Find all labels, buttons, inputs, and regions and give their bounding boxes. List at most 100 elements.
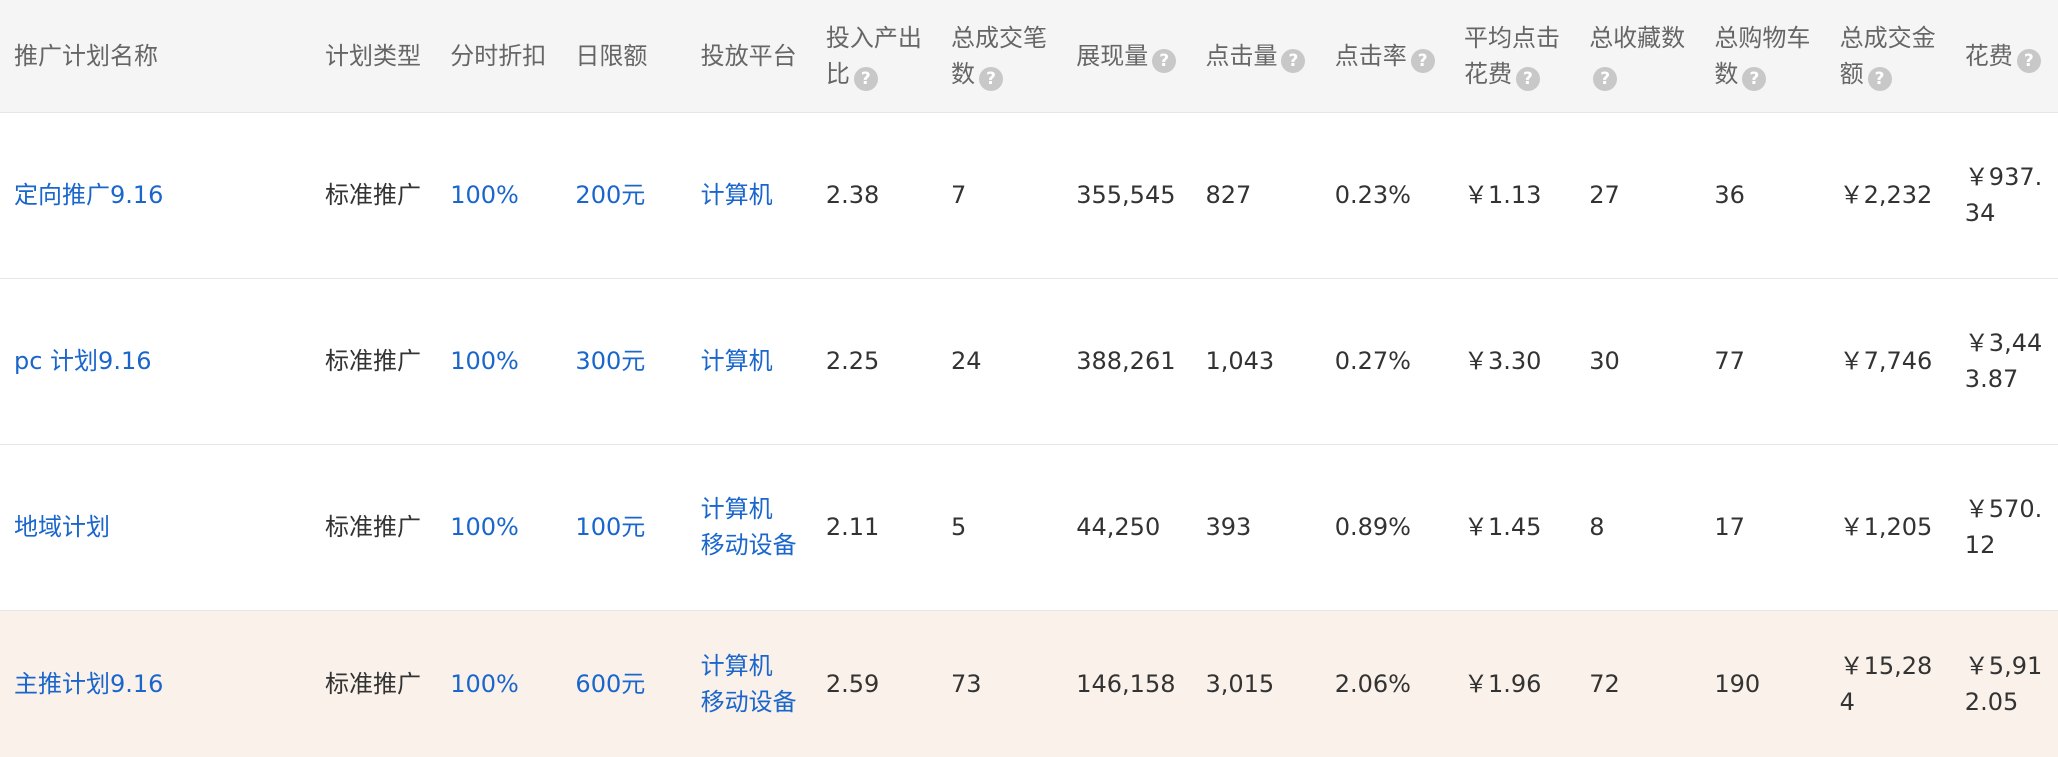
cost-cell: ￥937.34 <box>1964 163 2043 227</box>
clicks-cell: 393 <box>1191 444 1320 610</box>
discount-column-header[interactable]: 分时折扣 <box>436 0 561 112</box>
cost-cell: ￥5,912.05 <box>1964 651 2043 716</box>
platform-link[interactable]: 移动设备 <box>701 527 804 563</box>
cpc-cell: ￥1.96 <box>1450 610 1575 757</box>
gmv-cell: ￥2,232 <box>1839 181 1933 209</box>
cost-cell: ￥5,912.05 <box>1951 610 2058 757</box>
carts-cell: 17 <box>1714 513 1745 541</box>
roi-column-header[interactable]: 投入产出比? <box>812 0 937 112</box>
impressions-cell: 44,250 <box>1076 513 1161 541</box>
question-circle-icon[interactable]: ? <box>1515 66 1540 91</box>
cpc-column-header[interactable]: 平均点击花费? <box>1450 0 1575 112</box>
platform-link[interactable]: 计算机 <box>701 343 804 379</box>
clicks-cell: 827 <box>1191 112 1320 278</box>
impressions-column-header[interactable]: 展现量? <box>1062 0 1191 112</box>
orders-cell: 5 <box>937 444 1062 610</box>
time-discount-link[interactable]: 100% <box>450 347 519 375</box>
cpc-cell: ￥1.96 <box>1463 669 1542 698</box>
impressions-cell: 388,261 <box>1062 278 1191 444</box>
cost-column-header[interactable]: 花费? <box>1951 0 2058 112</box>
cpc-cell: ￥3.30 <box>1450 278 1575 444</box>
impressions-cell: 146,158 <box>1076 669 1176 698</box>
daily-limit-link[interactable]: 200元 <box>575 181 645 209</box>
question-circle-icon[interactable]: ? <box>979 66 1004 91</box>
table-row: pc 计划9.16 标准推广 100% 300元 计算机 2.25 24 388,261 1,0… <box>0 278 2058 444</box>
gmv-cell: ￥1,205 <box>1839 513 1933 541</box>
ctr-cell: 0.23% <box>1321 112 1450 278</box>
table-row: 主推计划9.16 标准推广 100% 600元 计算机 移动设备 2.59 73 146,158… <box>0 610 2058 757</box>
favorites-cell: 27 <box>1575 112 1700 278</box>
platform-cell: 计算机 <box>687 278 812 444</box>
favorites-column-header[interactable]: 总收藏数? <box>1575 0 1700 112</box>
question-circle-icon[interactable]: ? <box>853 66 878 91</box>
gmv-cell: ￥2,232 <box>1826 112 1951 278</box>
platform-cell: 计算机 <box>687 112 812 278</box>
campaign-name-link[interactable]: 定向推广9.16 <box>14 181 163 209</box>
orders-column-header[interactable]: 总成交笔数? <box>937 0 1062 112</box>
time-discount-link[interactable]: 100% <box>450 670 519 698</box>
campaign-name-link[interactable]: pc 计划9.16 <box>14 347 152 375</box>
impressions-cell: 44,250 <box>1062 444 1191 610</box>
daily-limit-cell: 300元 <box>561 278 686 444</box>
platform-link[interactable]: 计算机 <box>701 177 804 213</box>
column-header-label: 计划类型 <box>325 41 422 70</box>
clicks-column-header[interactable]: 点击量? <box>1191 0 1320 112</box>
orders-cell: 24 <box>937 278 1062 444</box>
roi-cell: 2.25 <box>825 347 880 375</box>
cost-cell: ￥937.34 <box>1951 112 2058 278</box>
campaign-name-cell: 地域计划 <box>0 444 311 610</box>
time-discount-cell: 100% <box>436 112 561 278</box>
impressions-cell: 355,545 <box>1062 112 1191 278</box>
daily-limit-link[interactable]: 600元 <box>575 670 645 698</box>
daily-limit-cell: 100元 <box>561 444 686 610</box>
orders-cell: 7 <box>937 112 1062 278</box>
gmv-column-header[interactable]: 总成交金额? <box>1826 0 1951 112</box>
ctr-column-header[interactable]: 点击率? <box>1321 0 1450 112</box>
cpc-cell: ￥1.45 <box>1463 513 1542 541</box>
platform-link[interactable]: 计算机 <box>701 491 804 527</box>
table-row: 定向推广9.16 标准推广 100% 200元 计算机 2.38 7 355,545 827 0.… <box>0 112 2058 278</box>
cpc-cell: ￥1.13 <box>1450 112 1575 278</box>
daily-limit-link[interactable]: 100元 <box>575 513 645 541</box>
platform-column-header[interactable]: 投放平台 <box>687 0 812 112</box>
column-header-label: 总收藏数 <box>1589 23 1686 52</box>
campaign-name-cell: pc 计划9.16 <box>0 278 311 444</box>
orders-cell: 73 <box>937 610 1062 757</box>
gmv-cell: ￥1,205 <box>1826 444 1951 610</box>
time-discount-link[interactable]: 100% <box>450 181 519 209</box>
column-header-label: 投放平台 <box>700 41 797 70</box>
time-discount-cell: 100% <box>436 610 561 757</box>
impressions-cell: 355,545 <box>1076 181 1176 209</box>
clicks-cell: 827 <box>1205 181 1252 209</box>
platform-link[interactable]: 移动设备 <box>701 684 804 720</box>
carts-cell: 77 <box>1700 278 1825 444</box>
cpc-cell: ￥1.13 <box>1463 181 1542 209</box>
campaign-name-link[interactable]: 地域计划 <box>14 513 110 541</box>
name-column-header[interactable]: 推广计划名称 <box>0 0 311 112</box>
question-circle-icon[interactable]: ? <box>1742 66 1767 91</box>
question-circle-icon[interactable]: ? <box>1152 48 1177 73</box>
question-circle-icon[interactable]: ? <box>1867 66 1892 91</box>
campaign-type-cell: 标准推广 <box>325 347 422 375</box>
column-header-label: 分时折扣 <box>450 41 547 70</box>
daily-limit-column-header[interactable]: 日限额 <box>561 0 686 112</box>
ctr-cell: 2.06% <box>1321 610 1450 757</box>
question-circle-icon[interactable]: ? <box>2016 48 2041 73</box>
campaign-name-link[interactable]: 主推计划9.16 <box>14 670 163 698</box>
daily-limit-link[interactable]: 300元 <box>575 347 645 375</box>
question-circle-icon[interactable]: ? <box>1281 48 1306 73</box>
time-discount-cell: 100% <box>436 278 561 444</box>
time-discount-cell: 100% <box>436 444 561 610</box>
carts-column-header[interactable]: 总购物车数? <box>1700 0 1825 112</box>
orders-cell: 7 <box>951 181 967 209</box>
platform-link[interactable]: 计算机 <box>701 648 804 684</box>
cost-cell: ￥3,443.87 <box>1951 278 2058 444</box>
favorites-cell: 8 <box>1589 513 1605 541</box>
type-column-header[interactable]: 计划类型 <box>311 0 436 112</box>
time-discount-link[interactable]: 100% <box>450 513 519 541</box>
campaign-type-cell: 标准推广 <box>311 444 436 610</box>
question-circle-icon[interactable]: ? <box>1593 66 1618 91</box>
question-circle-icon[interactable]: ? <box>1410 48 1435 73</box>
roi-cell: 2.59 <box>825 669 880 698</box>
column-header-label: 点击率 <box>1334 41 1407 70</box>
